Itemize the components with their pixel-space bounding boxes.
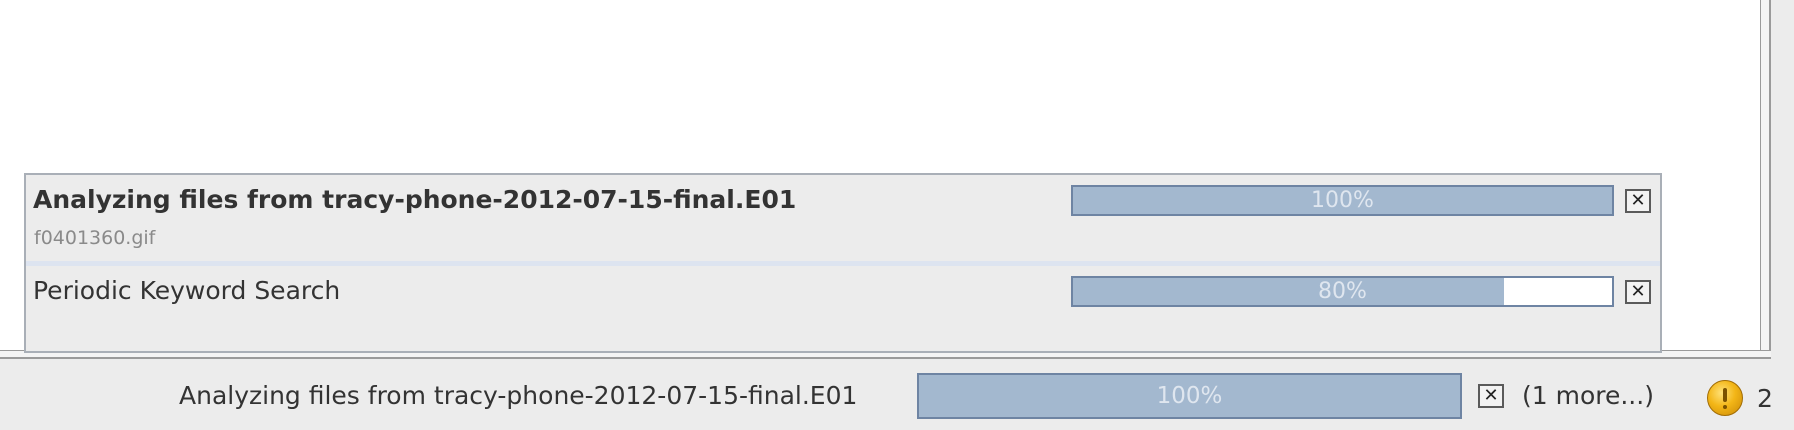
notification-count: 2 — [1757, 383, 1773, 413]
right-scroll-edge — [1760, 0, 1771, 358]
task-row-analyzing: Analyzing files from tracy-phone-2012-07… — [26, 175, 1660, 261]
task-title: Periodic Keyword Search — [33, 276, 341, 305]
warning-icon — [1707, 380, 1743, 416]
more-tasks-link[interactable]: (1 more...) — [1522, 381, 1654, 410]
cancel-task-button[interactable]: ✕ — [1625, 189, 1651, 213]
status-task-label[interactable]: Analyzing files from tracy-phone-2012-07… — [179, 381, 857, 410]
task-current-file: f0401360.gif — [34, 227, 156, 249]
progress-popup: Analyzing files from tracy-phone-2012-07… — [24, 173, 1662, 353]
progress-label: 80% — [1318, 279, 1367, 304]
notifications-button[interactable]: 2 — [1707, 380, 1773, 416]
progress-label: 100% — [1311, 188, 1374, 213]
task-progress-bar: 100% — [1071, 185, 1614, 216]
progress-label: 100% — [1156, 383, 1223, 409]
cancel-status-task-button[interactable]: ✕ — [1478, 384, 1504, 408]
cancel-task-button[interactable]: ✕ — [1625, 280, 1651, 304]
task-progress-bar: 80% — [1071, 276, 1614, 307]
task-row-keyword-search: Periodic Keyword Search 80% ✕ — [26, 266, 1660, 351]
status-progress-bar[interactable]: 100% — [917, 373, 1462, 419]
task-title: Analyzing files from tracy-phone-2012-07… — [33, 185, 797, 214]
